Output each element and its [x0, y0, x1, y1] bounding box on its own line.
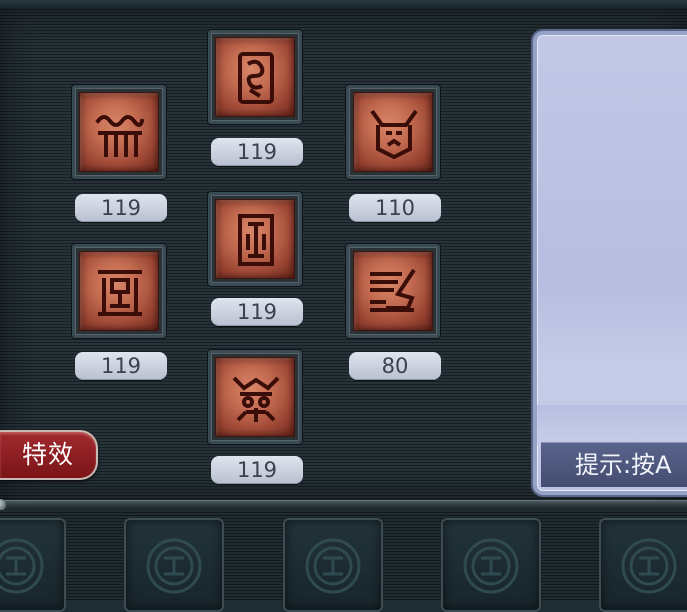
rune-level-badge: 119 — [211, 298, 303, 326]
rune-slot-2[interactable] — [208, 30, 302, 124]
hint-text: 提示:按A — [575, 451, 672, 479]
rune-level-badge: 119 — [211, 456, 303, 484]
inventory-slot-1[interactable] — [0, 518, 66, 612]
rune-slot-4[interactable] — [72, 244, 166, 338]
coin-emblem-icon — [146, 538, 202, 594]
rune-level-badge: 119 — [75, 352, 167, 380]
rune-slot-3[interactable] — [346, 85, 440, 179]
rune-slot-7[interactable] — [208, 350, 302, 444]
rune-square-glyph-icon — [79, 251, 159, 331]
coin-emblem-icon — [0, 538, 44, 594]
coin-emblem-icon — [621, 538, 677, 594]
rune-level-badge: 110 — [349, 194, 441, 222]
inventory-slot-3[interactable] — [283, 518, 383, 612]
rune-panel: 119 119 119 119 119 110 80 提示:按A — [0, 8, 687, 502]
rune-demon-face-icon — [215, 357, 295, 437]
rune-level-badge: 119 — [75, 194, 167, 222]
rune-level-badge: 80 — [349, 352, 441, 380]
rune-slot-1[interactable] — [72, 85, 166, 179]
rune-spiral-glyph-icon — [215, 37, 295, 117]
hint-bar: 提示:按A — [541, 442, 687, 487]
coin-emblem-icon — [305, 538, 361, 594]
rune-tower-glyph-icon — [215, 199, 295, 279]
rune-level-badge: 119 — [211, 138, 303, 166]
inventory-slot-4[interactable] — [441, 518, 541, 612]
rune-slot-6[interactable] — [346, 244, 440, 338]
effects-button[interactable]: 特效 — [0, 430, 98, 480]
rune-dragon-glyph-icon — [353, 251, 433, 331]
top-frame-strip — [0, 0, 687, 8]
rune-slot-5[interactable] — [208, 192, 302, 286]
rune-cloud-glyph-icon — [79, 92, 159, 172]
inventory-slot-2[interactable] — [124, 518, 224, 612]
panel-decoration — [537, 405, 687, 445]
inventory-slot-5[interactable] — [599, 518, 687, 612]
coin-emblem-icon — [463, 538, 519, 594]
hint-panel: 提示:按A — [533, 31, 687, 495]
rune-beast-mask-icon — [353, 92, 433, 172]
